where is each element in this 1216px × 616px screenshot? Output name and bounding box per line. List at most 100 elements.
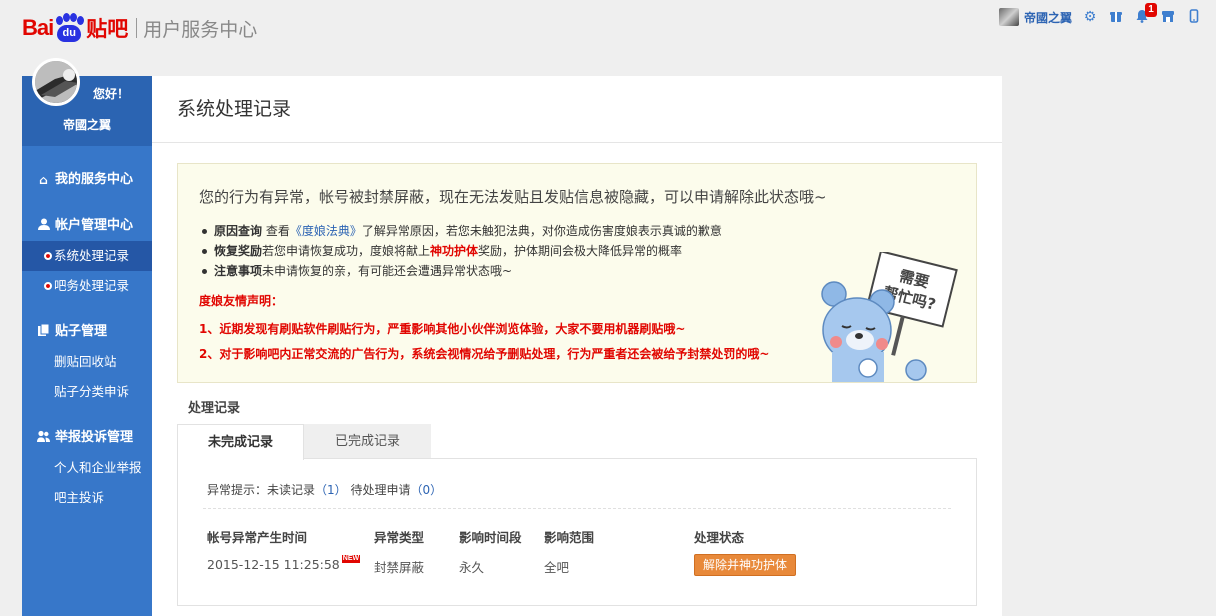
shield-reward-text: 神功护体 (430, 244, 479, 258)
mobile-icon[interactable] (1186, 9, 1202, 25)
store-icon[interactable] (1160, 9, 1176, 25)
status-notice-box: 您的行为有异常，帐号被封禁屏蔽，现在无法发贴且发贴信息被隐藏，可以申请解除此状态… (177, 163, 977, 383)
sidebar-section-label: 举报投诉管理 (55, 430, 134, 445)
statement-item: 1、近期发现有刷贴软件刷贴行为，严重影响其他小伙伴浏览体验，大家不要用机器刷贴哦… (199, 322, 686, 336)
user-icon (37, 211, 50, 241)
notice-item-label: 恢复奖励 (214, 244, 263, 258)
column-header-status: 处理状态 (694, 530, 745, 545)
sidebar-section-report[interactable]: 举报投诉管理 (22, 423, 152, 453)
help-bear-mascot-icon[interactable]: 需要 帮忙吗? (812, 252, 962, 382)
greeting-text: 您好！ (93, 87, 130, 101)
store-shape (1162, 11, 1174, 22)
paw-toe (77, 16, 85, 25)
column-header-time: 帐号异常产生时间 (207, 530, 308, 545)
bell-icon[interactable]: 1 (1134, 3, 1157, 25)
hint-prefix: 异常提示： (207, 483, 268, 497)
users-icon (37, 423, 50, 453)
abnormal-hint: 异常提示：未读记录（1） 待处理申请（0） (207, 481, 442, 498)
record-time: 2015-12-15 11:25:58 (207, 557, 340, 572)
top-avatar[interactable] (998, 8, 1019, 26)
paw-toe (63, 13, 71, 22)
baidu-paw-icon: du (54, 13, 85, 43)
sidebar-section-label: 我的服务中心 (55, 172, 134, 187)
record-type: 封禁屏蔽 (374, 560, 425, 575)
unread-count-link[interactable]: （1） (315, 483, 347, 497)
notice-list: 原因查询 查看《度娘法典》了解异常原因，若您未触犯法典，对你造成伤害度娘表示真诚… (201, 221, 722, 281)
logo-bai-text: Bai (22, 15, 54, 40)
page-title: 系统处理记录 (152, 76, 1002, 143)
sidebar-item-owner-complaint[interactable]: 吧主投诉 (22, 483, 152, 513)
sidebar-item-recycle-bin[interactable]: 删贴回收站 (22, 347, 152, 377)
sidebar-username[interactable]: 帝國之翼 (22, 116, 152, 133)
gift-shape (1110, 12, 1122, 22)
record-period: 永久 (459, 560, 485, 575)
notice-item-label: 原因查询 (214, 224, 263, 238)
notice-headline: 您的行为有异常，帐号被封禁屏蔽，现在无法发贴且发贴信息被隐藏，可以申请解除此状态… (199, 188, 827, 206)
baidu-tieba-logo[interactable]: Bai du 贴吧 用户服务中心 (22, 8, 257, 48)
law-code-link[interactable]: 《度娘法典》 (290, 224, 362, 238)
record-dot-icon (44, 282, 52, 290)
sidebar-item-system-records[interactable]: 系统处理记录 (22, 241, 152, 271)
notice-text: 了解异常原因，若您未触犯法典，对你造成伤害度娘表示真诚的歉意 (361, 224, 722, 238)
notice-text: 未申请恢复的亲，有可能还会遭遇异常状态哦~ (262, 264, 513, 278)
center-name: 用户服务中心 (143, 18, 258, 41)
unblock-shield-button[interactable]: 解除并神功护体 (694, 554, 796, 576)
pending-requests-label: 待处理申请 (350, 483, 411, 497)
statement-item: 2、对于影响吧内正常交流的广告行为，系统会视情况给予删贴处理，行为严重者还会被给… (199, 347, 770, 361)
notice-text: 查看 (265, 224, 290, 238)
sidebar-item-label: 系统处理记录 (54, 248, 130, 263)
sidebar-user-card: 您好！ 帝國之翼 (22, 58, 152, 146)
logo-du-text: du (57, 25, 82, 42)
record-scope: 全吧 (544, 560, 570, 575)
sidebar-section-label: 贴子管理 (55, 324, 108, 339)
record-dot-icon (44, 252, 52, 260)
document-shape (37, 323, 49, 336)
pending-count-link[interactable]: （0） (411, 483, 443, 497)
notice-item-reward: 恢复奖励若您申请恢复成功，度娘将献上神功护体奖励，护体期间会极大降低异常的概率 (201, 241, 722, 261)
sidebar-section-my-service[interactable]: ⌂ 我的服务中心 (22, 165, 152, 195)
user-shape (37, 218, 50, 230)
sidebar-item-bar-records[interactable]: 吧务处理记录 (22, 271, 152, 301)
main-content: 系统处理记录 您的行为有异常，帐号被封禁屏蔽，现在无法发贴且发贴信息被隐藏，可以… (152, 76, 1002, 616)
tab-complete-records[interactable]: 已完成记录 (304, 424, 431, 459)
statement-title: 度娘友情声明： (199, 294, 284, 308)
records-tabs: 未完成记录 已完成记录 (177, 424, 431, 460)
sidebar-item-label: 吧务处理记录 (54, 278, 130, 293)
sidebar-item-post-category-appeal[interactable]: 贴子分类申诉 (22, 377, 152, 407)
logo-divider (136, 18, 138, 38)
notice-text: 若您申请恢复成功，度娘将献上 (262, 244, 431, 258)
paw-toe (70, 13, 78, 22)
records-panel: 异常提示：未读记录（1） 待处理申请（0） 帐号异常产生时间 异常类型 影响时间… (177, 458, 977, 606)
home-icon: ⌂ (39, 173, 48, 187)
top-user-bar: 帝國之翼 ⚙ 1 (998, 3, 1202, 27)
column-header-period: 影响时间段 (459, 530, 522, 545)
paw-toe (56, 16, 64, 25)
table-row-time: 2015-12-15 11:25:58 NEW (207, 555, 361, 572)
sidebar-section-posts[interactable]: 贴子管理 (22, 317, 152, 347)
notice-text: 奖励，护体期间会极大降低异常的概率 (478, 244, 683, 258)
notice-item-reason: 原因查询 查看《度娘法典》了解异常原因，若您未触犯法典，对你造成伤害度娘表示真诚… (201, 221, 722, 241)
avatar[interactable] (32, 58, 80, 106)
gift-icon[interactable] (1108, 9, 1124, 25)
avatar-image (35, 61, 77, 103)
tab-incomplete-records[interactable]: 未完成记录 (177, 424, 304, 460)
column-header-type: 异常类型 (374, 530, 425, 545)
mobile-shape (1189, 9, 1199, 23)
records-section-title: 处理记录 (188, 401, 241, 416)
top-username-link[interactable]: 帝國之翼 (1024, 9, 1072, 26)
sidebar-section-account[interactable]: 帐户管理中心 (22, 211, 152, 241)
logo-tieba-text: 贴吧 (86, 17, 129, 41)
sidebar-section-label: 帐户管理中心 (55, 218, 134, 233)
notice-item-caution: 注意事项未申请恢复的亲，有可能还会遭遇异常状态哦~ (201, 261, 722, 281)
unread-records-label: 未读记录 (267, 483, 316, 497)
panel-divider (203, 508, 951, 509)
sidebar-item-personal-report[interactable]: 个人和企业举报 (22, 453, 152, 483)
notice-item-label: 注意事项 (214, 264, 263, 278)
new-badge: NEW (341, 555, 361, 563)
document-icon (37, 317, 50, 347)
notification-badge: 1 (1145, 3, 1157, 17)
column-header-scope: 影响范围 (544, 530, 595, 545)
sidebar: 您好！ 帝國之翼 ⌂ 我的服务中心 帐户管理中心 系统处理记录 吧务处理记录 贴… (22, 58, 152, 616)
users-shape (37, 430, 50, 442)
gear-icon[interactable]: ⚙ (1082, 9, 1098, 25)
